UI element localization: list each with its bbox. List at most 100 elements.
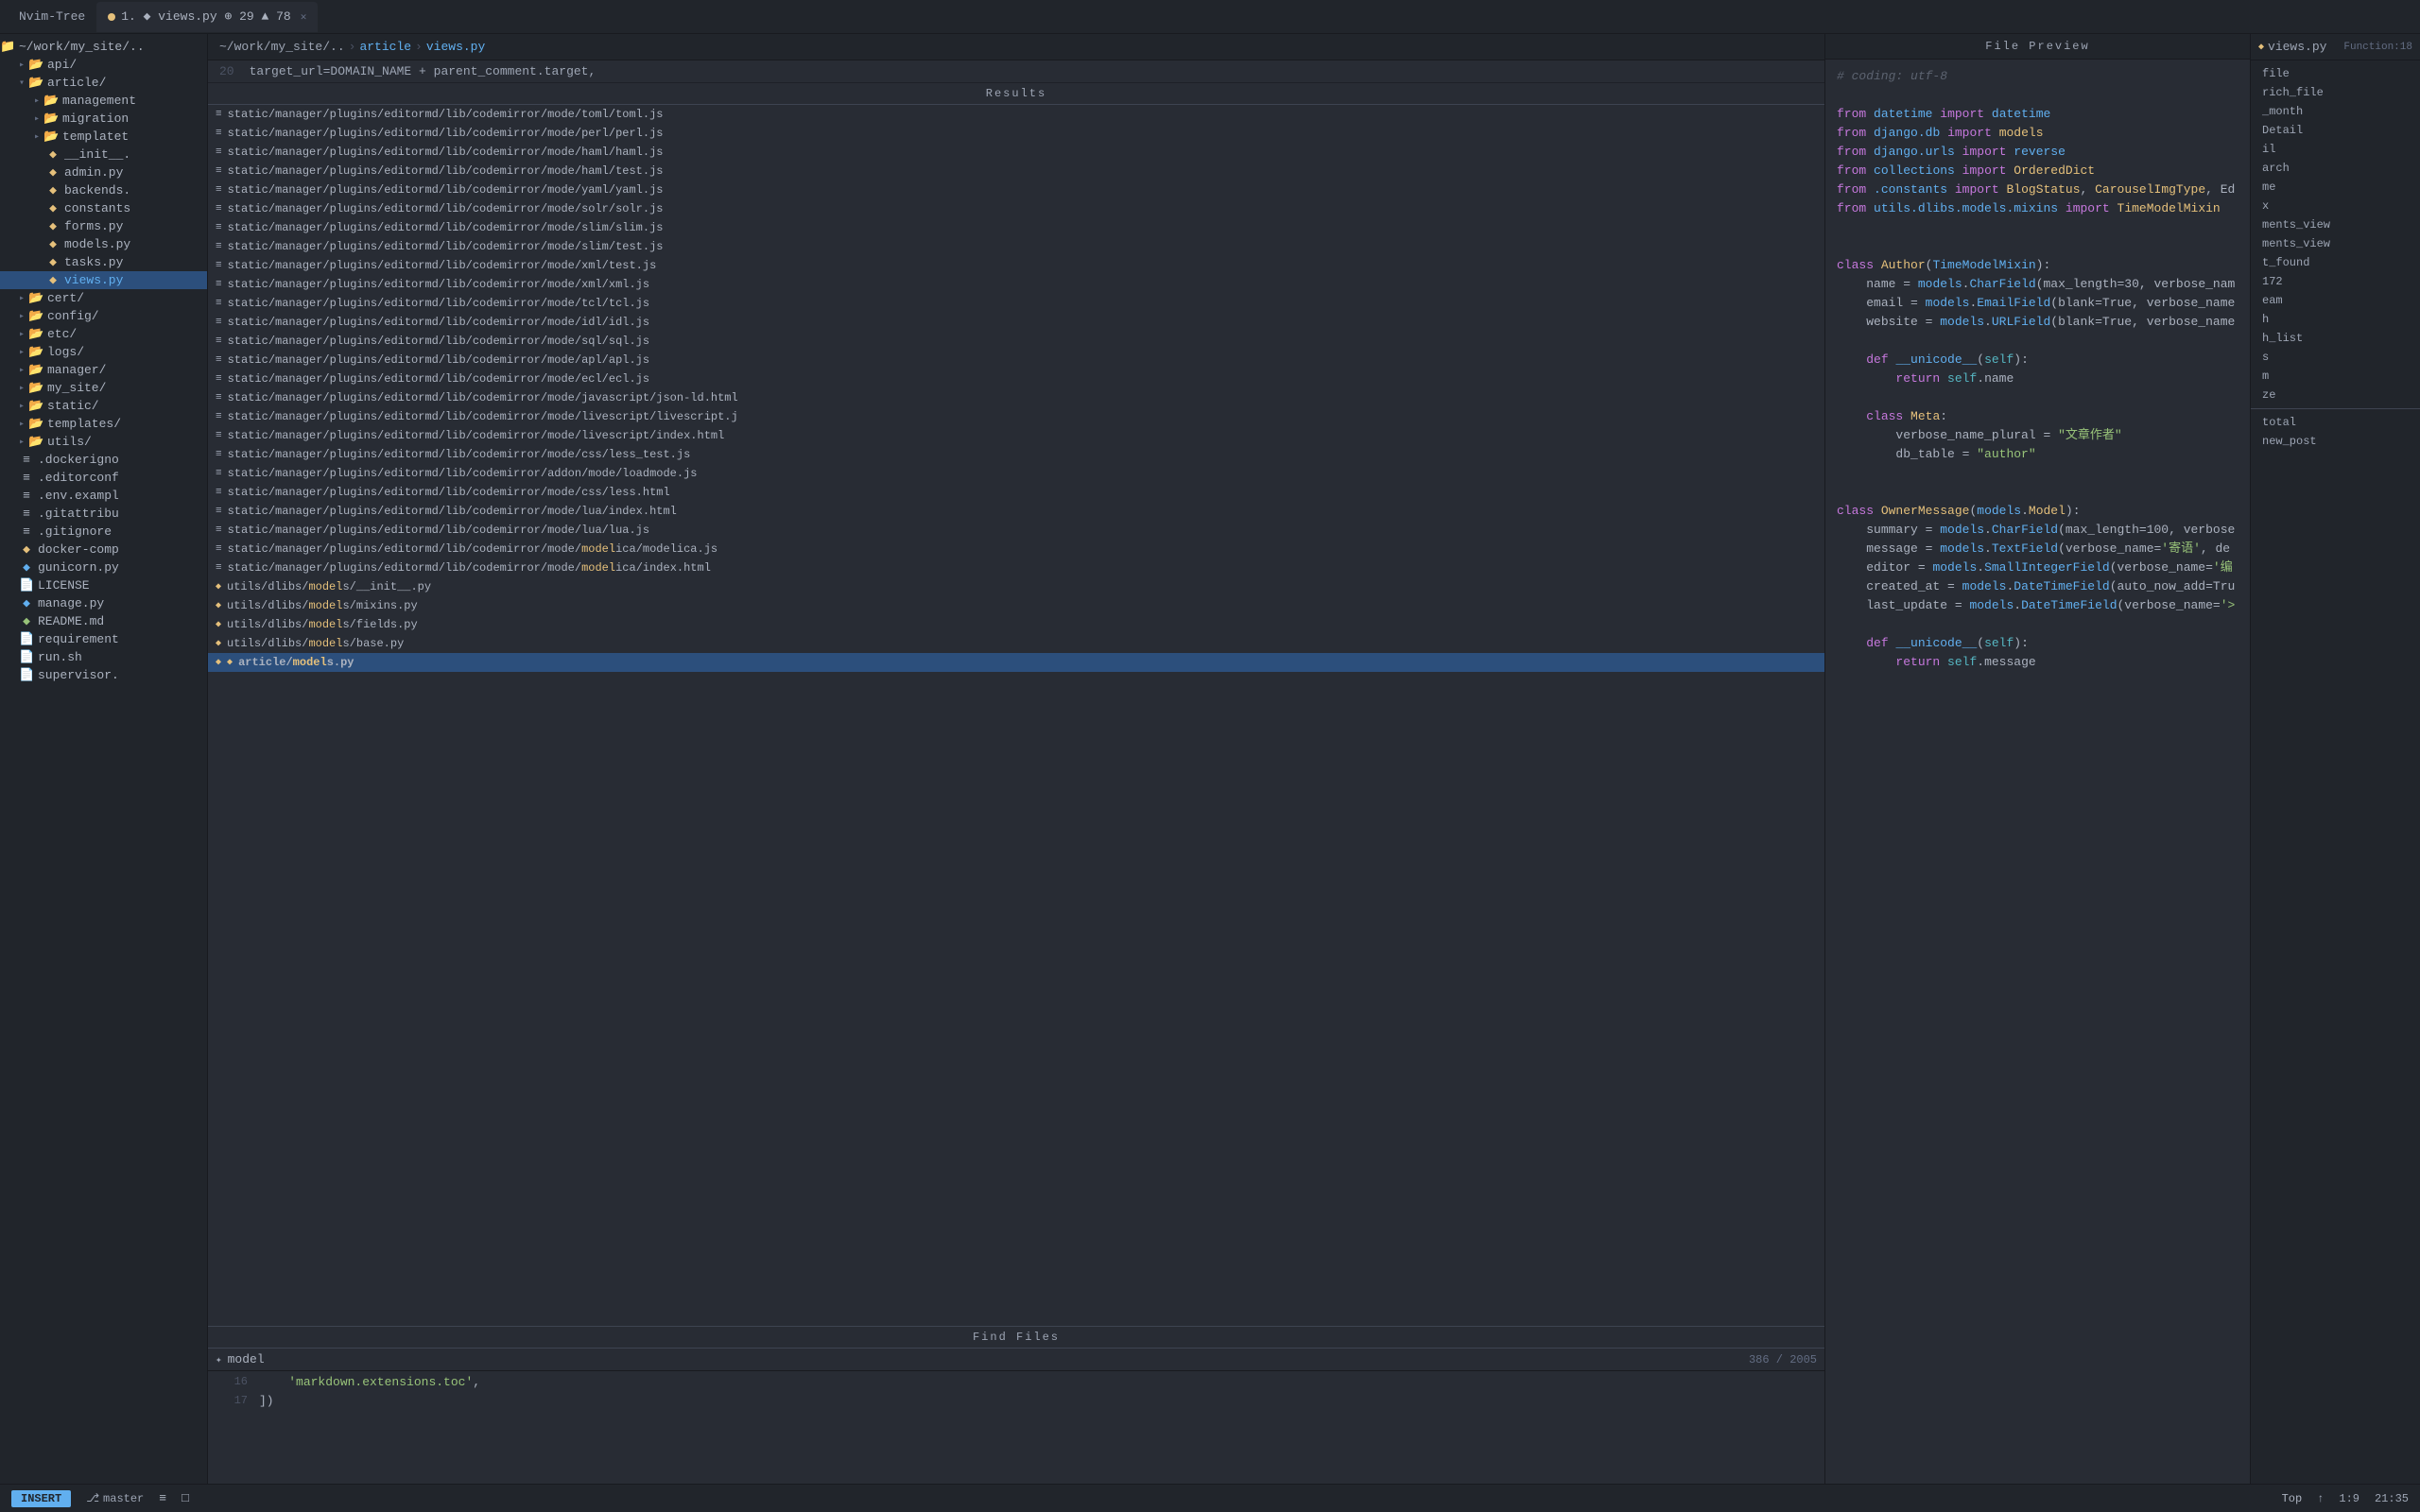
result-item-less-html[interactable]: ≡ static/manager/plugins/editormd/lib/co…: [208, 483, 1824, 502]
sidebar-item-api[interactable]: ▸ 📂 api/: [0, 56, 207, 74]
sidebar-item-mysite[interactable]: ▸ 📂 my_site/: [0, 379, 207, 397]
tab-views[interactable]: 1. ◆ views.py ⊕ 29 ▲ 78 ✕: [96, 2, 318, 32]
sidebar-item-cert[interactable]: ▸ 📂 cert/: [0, 289, 207, 307]
sidebar-item-manager[interactable]: ▸ 📂 manager/: [0, 361, 207, 379]
sidebar-item-views[interactable]: ◆ views.py: [0, 271, 207, 289]
result-item-apl[interactable]: ≡ static/manager/plugins/editormd/lib/co…: [208, 351, 1824, 369]
bottom-code-lines: 16 'markdown.extensions.toc', 17 ]): [208, 1371, 1824, 1484]
result-item-tcl[interactable]: ≡ static/manager/plugins/editormd/lib/co…: [208, 294, 1824, 313]
result-item-haml[interactable]: ≡ static/manager/plugins/editormd/lib/co…: [208, 143, 1824, 162]
sidebar-item-dockerignore[interactable]: ≡ .dockerigno: [0, 451, 207, 469]
sidebar-item-supervisor[interactable]: 📄 supervisor.: [0, 666, 207, 684]
sidebar-item-editorconf[interactable]: ≡ .editorconf: [0, 469, 207, 487]
result-item-sql[interactable]: ≡ static/manager/plugins/editormd/lib/co…: [208, 332, 1824, 351]
find-files-input[interactable]: [228, 1352, 1743, 1366]
preview-line-website: website = models.URLField(blank=True, ve…: [1825, 313, 2250, 332]
sidebar-item-init[interactable]: ◆ __init__.: [0, 146, 207, 163]
sidebar-item-management[interactable]: ▸ 📂 management: [0, 92, 207, 110]
tab-nvim-tree[interactable]: Nvim-Tree: [8, 2, 96, 32]
tree-arrow-config: ▸: [15, 311, 28, 322]
result-item-perl[interactable]: ≡ static/manager/plugins/editormd/lib/co…: [208, 124, 1824, 143]
sidebar-item-license[interactable]: 📄 LICENSE: [0, 576, 207, 594]
sidebar-item-migration[interactable]: ▸ 📂 migration: [0, 110, 207, 128]
result-item-slim[interactable]: ≡ static/manager/plugins/editormd/lib/co…: [208, 218, 1824, 237]
result-item-utils-mixins[interactable]: ◆ utils/dlibs/models/mixins.py: [208, 596, 1824, 615]
line-content-17: ]): [259, 1394, 1813, 1408]
result-path: static/manager/plugins/editormd/lib/code…: [228, 183, 664, 197]
sidebar-item-manage[interactable]: ◆ manage.py: [0, 594, 207, 612]
sidebar-root[interactable]: 📁 ~/work/my_site/..: [0, 38, 207, 56]
result-item-xml-test[interactable]: ≡ static/manager/plugins/editormd/lib/co…: [208, 256, 1824, 275]
results-list[interactable]: ≡ static/manager/plugins/editormd/lib/co…: [208, 105, 1824, 1326]
result-item-idl[interactable]: ≡ static/manager/plugins/editormd/lib/co…: [208, 313, 1824, 332]
result-item-article-models[interactable]: ◆ ◆ article/models.py: [208, 653, 1824, 672]
sidebar-item-tasks[interactable]: ◆ tasks.py: [0, 253, 207, 271]
result-item-utils-fields[interactable]: ◆ utils/dlibs/models/fields.py: [208, 615, 1824, 634]
fr-item-total: total: [2251, 413, 2420, 432]
result-item-slim-test[interactable]: ≡ static/manager/plugins/editormd/lib/co…: [208, 237, 1824, 256]
fr-item-ze: ze: [2251, 386, 2420, 404]
file-dot-docker-compose: ◆: [19, 542, 34, 557]
result-item-solr[interactable]: ≡ static/manager/plugins/editormd/lib/co…: [208, 199, 1824, 218]
file-icon: ≡: [216, 298, 222, 309]
sidebar-label-views: views.py: [64, 273, 123, 287]
sidebar-item-templates-root[interactable]: ▸ 📂 templates/: [0, 415, 207, 433]
fr-item-me: me: [2251, 178, 2420, 197]
tree-arrow-cert: ▸: [15, 293, 28, 304]
result-item-livescript[interactable]: ≡ static/manager/plugins/editormd/lib/co…: [208, 407, 1824, 426]
sidebar-item-etc[interactable]: ▸ 📂 etc/: [0, 325, 207, 343]
file-icon: ≡: [216, 203, 222, 215]
result-item-livescript-index[interactable]: ≡ static/manager/plugins/editormd/lib/co…: [208, 426, 1824, 445]
sidebar-item-config[interactable]: ▸ 📂 config/: [0, 307, 207, 325]
status-branch: ⎇ master: [86, 1491, 144, 1505]
sidebar-item-gitignore[interactable]: ≡ .gitignore: [0, 523, 207, 541]
result-item-utils-init[interactable]: ◆ utils/dlibs/models/__init__.py: [208, 577, 1824, 596]
sidebar-item-logs[interactable]: ▸ 📂 logs/: [0, 343, 207, 361]
result-item-json-ld[interactable]: ≡ static/manager/plugins/editormd/lib/co…: [208, 388, 1824, 407]
result-item-modelica-html[interactable]: ≡ static/manager/plugins/editormd/lib/co…: [208, 558, 1824, 577]
tab-close-views[interactable]: ✕: [301, 10, 307, 24]
preview-line-verbose: verbose_name_plural = "文章作者": [1825, 426, 2250, 445]
sidebar-item-static[interactable]: ▸ 📂 static/: [0, 397, 207, 415]
folder-icon-cert: 📂: [28, 291, 43, 305]
result-item-utils-base[interactable]: ◆ utils/dlibs/models/base.py: [208, 634, 1824, 653]
result-item-haml-test[interactable]: ≡ static/manager/plugins/editormd/lib/co…: [208, 162, 1824, 180]
sidebar-item-gitattrib[interactable]: ≡ .gitattribu: [0, 505, 207, 523]
sidebar-item-utils[interactable]: ▸ 📂 utils/: [0, 433, 207, 451]
folder-icon-mysite: 📂: [28, 381, 43, 395]
sidebar-label-gunicorn: gunicorn.py: [38, 560, 119, 575]
sidebar-item-models[interactable]: ◆ models.py: [0, 235, 207, 253]
result-item-loadmode[interactable]: ≡ static/manager/plugins/editormd/lib/co…: [208, 464, 1824, 483]
result-path: static/manager/plugins/editormd/lib/code…: [228, 127, 664, 140]
result-item-ecl[interactable]: ≡ static/manager/plugins/editormd/lib/co…: [208, 369, 1824, 388]
breadcrumb-sep2: ›: [415, 40, 423, 54]
sidebar-item-requirements[interactable]: 📄 requirement: [0, 630, 207, 648]
sidebar-item-constants[interactable]: ◆ constants: [0, 199, 207, 217]
sidebar-item-article[interactable]: ▾ 📂 article/: [0, 74, 207, 92]
sidebar-item-gunicorn[interactable]: ◆ gunicorn.py: [0, 558, 207, 576]
result-item-lua[interactable]: ≡ static/manager/plugins/editormd/lib/co…: [208, 521, 1824, 540]
result-item-xml[interactable]: ≡ static/manager/plugins/editormd/lib/co…: [208, 275, 1824, 294]
fr-item-new-post: new_post: [2251, 432, 2420, 451]
result-item-lua-index[interactable]: ≡ static/manager/plugins/editormd/lib/co…: [208, 502, 1824, 521]
preview-line-empty1: [1825, 86, 2250, 105]
preview-line-dbtable: db_table = "author": [1825, 445, 2250, 464]
sidebar-item-docker-compose[interactable]: ◆ docker-comp: [0, 541, 207, 558]
result-item-yaml[interactable]: ≡ static/manager/plugins/editormd/lib/co…: [208, 180, 1824, 199]
result-path: static/manager/plugins/editormd/lib/code…: [228, 335, 649, 348]
sidebar-item-runsh[interactable]: 📄 run.sh: [0, 648, 207, 666]
preview-code[interactable]: # coding: utf-8 from datetime import dat…: [1825, 60, 2250, 1484]
file-icon: ≡: [216, 279, 222, 290]
result-item-toml[interactable]: ≡ static/manager/plugins/editormd/lib/co…: [208, 105, 1824, 124]
sidebar-item-admin[interactable]: ◆ admin.py: [0, 163, 207, 181]
empty5: [1837, 388, 2238, 407]
result-item-less-test[interactable]: ≡ static/manager/plugins/editormd/lib/co…: [208, 445, 1824, 464]
file-icon: ≡: [216, 354, 222, 366]
sidebar-item-readme[interactable]: ◆ README.md: [0, 612, 207, 630]
file-icon-editorconf: ≡: [19, 471, 34, 485]
result-item-modelica-js[interactable]: ≡ static/manager/plugins/editormd/lib/co…: [208, 540, 1824, 558]
sidebar-item-backends[interactable]: ◆ backends.: [0, 181, 207, 199]
sidebar-item-envexample[interactable]: ≡ .env.exampl: [0, 487, 207, 505]
sidebar-item-forms[interactable]: ◆ forms.py: [0, 217, 207, 235]
sidebar-item-templates[interactable]: ▸ 📂 templatet: [0, 128, 207, 146]
